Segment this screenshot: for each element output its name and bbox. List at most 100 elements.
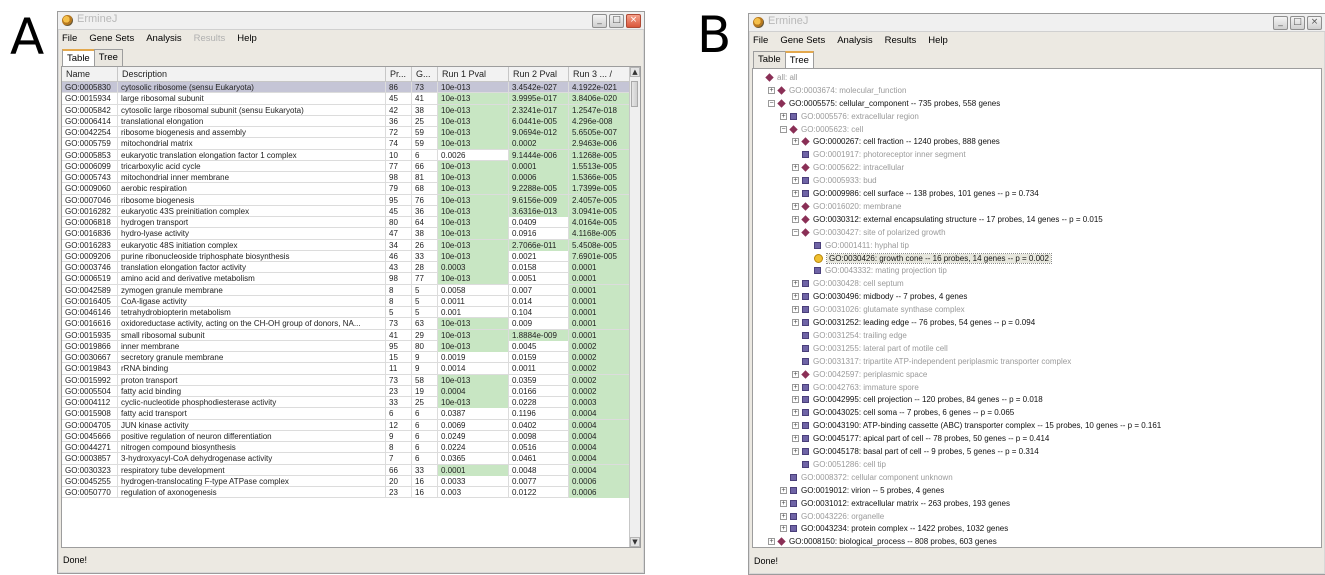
expand-icon[interactable]: + bbox=[780, 112, 787, 120]
table-row[interactable]: GO:0050770 regulation of axonogenesis 23 16… bbox=[62, 487, 631, 499]
tree-node[interactable]: + GO:0042763: immature spore bbox=[792, 381, 919, 394]
expand-icon[interactable]: + bbox=[792, 435, 799, 443]
expand-icon[interactable]: + bbox=[792, 293, 799, 301]
expand-icon[interactable]: + bbox=[792, 448, 799, 456]
collapse-icon[interactable]: − bbox=[780, 125, 787, 133]
expand-icon[interactable]: + bbox=[792, 177, 799, 185]
table-row[interactable]: GO:0030667 secretory granule membrane 15 9 0… bbox=[62, 352, 631, 364]
tree-node[interactable]: + GO:0003674: molecular_function bbox=[768, 84, 906, 97]
tree-node[interactable]: GO:0051286: cell tip bbox=[792, 458, 886, 471]
tree-node[interactable]: + GO:0008150: biological_process -- 808 p… bbox=[768, 535, 997, 547]
table-row[interactable]: GO:0042589 zymogen granule membrane 8 5 0.00… bbox=[62, 284, 631, 296]
close-icon[interactable]: × bbox=[1307, 16, 1322, 30]
tree-node[interactable]: GO:0001411: hyphal tip bbox=[804, 239, 909, 252]
column-header[interactable]: Pr... bbox=[386, 67, 412, 81]
table-row[interactable]: GO:0044271 nitrogen compound biosynthesis… bbox=[62, 442, 631, 454]
table-row[interactable]: GO:0045666 positive regulation of neuron … bbox=[62, 430, 631, 442]
table-row[interactable]: GO:0005504 fatty acid binding 23 19 0.0004 0.… bbox=[62, 385, 631, 397]
menu-item-analysis[interactable]: Analysis bbox=[146, 33, 181, 44]
expand-icon[interactable]: + bbox=[792, 422, 799, 430]
column-header[interactable]: Run 1 Pval bbox=[438, 67, 509, 81]
close-icon[interactable]: × bbox=[626, 14, 641, 28]
table-row[interactable]: GO:0016836 hydro-lyase activity 47 38 10e-01… bbox=[62, 228, 631, 240]
tree-node[interactable]: + GO:0042597: periplasmic space bbox=[792, 368, 927, 381]
expand-icon[interactable]: + bbox=[780, 512, 787, 520]
tree-node[interactable]: + GO:0030496: midbody -- 7 probes, 4 gene… bbox=[792, 290, 967, 303]
tree-node[interactable]: all: all bbox=[756, 71, 797, 84]
menu-item-gene-sets[interactable]: Gene Sets bbox=[89, 33, 134, 44]
table-row[interactable]: GO:0015935 small ribosomal subunit 41 29 10e… bbox=[62, 329, 631, 341]
vertical-scrollbar[interactable]: ▲ ▼ bbox=[629, 67, 640, 547]
table-row[interactable]: GO:0005759 mitochondrial matrix 74 59 10e-01… bbox=[62, 138, 631, 150]
expand-icon[interactable]: + bbox=[792, 164, 799, 172]
table-row[interactable]: GO:0015992 proton transport 73 58 10e-013 0.0… bbox=[62, 374, 631, 386]
tree-node[interactable]: + GO:0031012: extracellular matrix -- 263… bbox=[780, 497, 1010, 510]
tree-node[interactable]: + GO:0030312: external encapsulating stru… bbox=[792, 213, 1103, 226]
expand-icon[interactable]: + bbox=[792, 396, 799, 404]
maximize-icon[interactable]: □ bbox=[609, 14, 624, 28]
menu-item-gene-sets[interactable]: Gene Sets bbox=[780, 35, 825, 46]
menu-item-help[interactable]: Help bbox=[237, 33, 257, 44]
collapse-icon[interactable]: − bbox=[792, 228, 799, 236]
tree-node[interactable]: + GO:0000267: cell fraction -- 1240 probe… bbox=[792, 136, 1000, 149]
column-header[interactable]: Run 3 ... / bbox=[569, 67, 631, 81]
expand-icon[interactable]: + bbox=[768, 538, 775, 546]
expand-icon[interactable]: + bbox=[792, 306, 799, 314]
expand-icon[interactable]: + bbox=[780, 499, 787, 507]
table-row[interactable]: GO:0042254 ribosome biogenesis and assemb… bbox=[62, 127, 631, 139]
tree-node[interactable]: + GO:0043226: organelle bbox=[780, 510, 884, 523]
scroll-thumb[interactable] bbox=[631, 81, 638, 107]
expand-icon[interactable]: + bbox=[792, 370, 799, 378]
column-header[interactable]: Name bbox=[62, 67, 118, 81]
table-row[interactable]: GO:0015908 fatty acid transport 6 6 0.0387 0.… bbox=[62, 408, 631, 420]
table-row[interactable]: GO:0004112 cyclic-nucleotide phosphodiest… bbox=[62, 397, 631, 409]
column-header[interactable]: G... bbox=[412, 67, 438, 81]
minimize-icon[interactable]: _ bbox=[1273, 16, 1288, 30]
table-row[interactable]: GO:0003746 translation elongation factor … bbox=[62, 262, 631, 274]
maximize-icon[interactable]: □ bbox=[1290, 16, 1305, 30]
tree-node[interactable]: + GO:0043190: ATP-binding cassette (ABC) … bbox=[792, 419, 1161, 432]
minimize-icon[interactable]: _ bbox=[592, 14, 607, 28]
tree-node[interactable]: − GO:0030427: site of polarized growth bbox=[792, 226, 946, 239]
table-row[interactable]: GO:0005853 eukaryotic translation elongat… bbox=[62, 149, 631, 161]
table-row[interactable]: GO:0007046 ribosome biogenesis 95 76 10e-013… bbox=[62, 194, 631, 206]
table-row[interactable]: GO:0016405 CoA-ligase activity 8 5 0.0011 0.0… bbox=[62, 295, 631, 307]
table-row[interactable]: GO:0015934 large ribosomal subunit 45 41 10e… bbox=[62, 93, 631, 105]
scroll-down-icon[interactable]: ▼ bbox=[630, 537, 640, 547]
tree-node[interactable]: + GO:0043234: protein complex -- 1422 pro… bbox=[780, 523, 1008, 536]
expand-icon[interactable]: + bbox=[768, 86, 775, 94]
table-row[interactable]: GO:0046146 tetrahydrobiopterin metabolism… bbox=[62, 307, 631, 319]
table-row[interactable]: GO:0009206 purine ribonucleoside triphosp… bbox=[62, 250, 631, 262]
table-row[interactable]: GO:0006519 amino acid and derivative meta… bbox=[62, 273, 631, 285]
table-row[interactable]: GO:0045255 hydrogen-translocating F-type … bbox=[62, 475, 631, 487]
tree-node[interactable]: + GO:0005933: bud bbox=[792, 174, 877, 187]
tree-node[interactable]: + GO:0005576: extracellular region bbox=[780, 110, 919, 123]
scroll-up-icon[interactable]: ▲ bbox=[630, 67, 640, 77]
expand-icon[interactable]: + bbox=[780, 525, 787, 533]
tree-node[interactable]: + GO:0009986: cell surface -- 138 probes,… bbox=[792, 187, 1039, 200]
menu-item-file[interactable]: File bbox=[62, 33, 77, 44]
tree-node[interactable]: + GO:0019012: virion -- 5 probes, 4 genes bbox=[780, 484, 944, 497]
tree-node[interactable]: + GO:0042995: cell projection -- 120 prob… bbox=[792, 394, 1043, 407]
expand-icon[interactable]: + bbox=[780, 486, 787, 494]
tree-node[interactable]: + GO:0016020: membrane bbox=[792, 200, 902, 213]
menu-item-file[interactable]: File bbox=[753, 35, 768, 46]
table-row[interactable]: GO:0004705 JUN kinase activity 12 6 0.0069 0.… bbox=[62, 419, 631, 431]
table-row[interactable]: GO:0006099 tricarboxylic acid cycle 77 66 10… bbox=[62, 160, 631, 172]
expand-icon[interactable]: + bbox=[792, 190, 799, 198]
column-header[interactable]: Description bbox=[118, 67, 386, 81]
table-row[interactable]: GO:0019843 rRNA binding 11 9 0.0014 0.0011 0.0… bbox=[62, 363, 631, 375]
menu-item-results[interactable]: Results bbox=[885, 35, 917, 46]
table-row[interactable]: GO:0030323 respiratory tube development 66… bbox=[62, 464, 631, 476]
tree-node[interactable]: + GO:0045177: apical part of cell -- 78 p… bbox=[792, 432, 1049, 445]
table-row[interactable]: GO:0005842 cytosolic large ribosomal subu… bbox=[62, 104, 631, 116]
table-row[interactable]: GO:0016616 oxidoreductase activity, actin… bbox=[62, 318, 631, 330]
expand-icon[interactable]: + bbox=[792, 280, 799, 288]
expand-icon[interactable]: + bbox=[792, 383, 799, 391]
table-row[interactable]: GO:0006818 hydrogen transport 80 64 10e-013 0… bbox=[62, 217, 631, 229]
table-row[interactable]: GO:0009060 aerobic respiration 79 68 10e-013… bbox=[62, 183, 631, 195]
table-row[interactable]: GO:0006414 translational elongation 36 25 10… bbox=[62, 115, 631, 127]
table-row[interactable]: GO:0016283 eukaryotic 48S initiation comp… bbox=[62, 239, 631, 251]
table-row[interactable]: GO:0003857 3-hydroxyacyl-CoA dehydrogenas… bbox=[62, 453, 631, 465]
tree-node[interactable]: + GO:0043025: cell soma -- 7 probes, 6 ge… bbox=[792, 406, 1014, 419]
